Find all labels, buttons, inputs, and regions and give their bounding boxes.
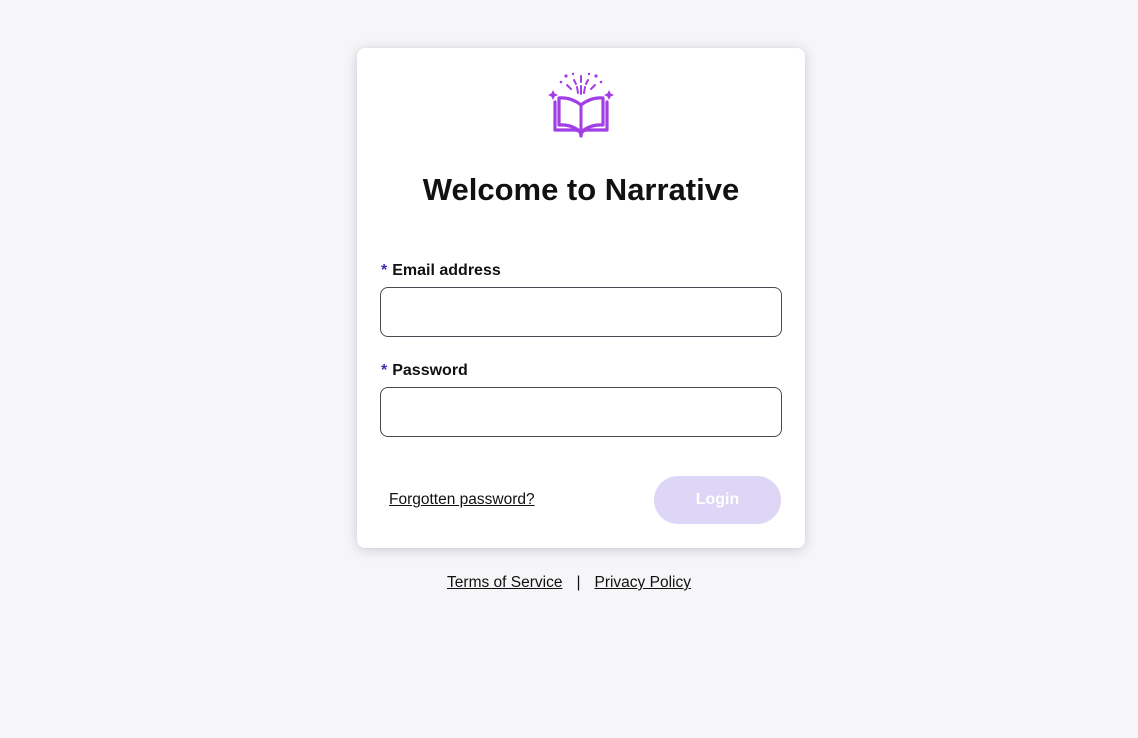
page-title: Welcome to Narrative	[422, 172, 740, 207]
login-card: Welcome to Narrative * Email address * Pas…	[357, 48, 805, 548]
login-button[interactable]: Login	[654, 476, 781, 524]
email-field[interactable]	[380, 287, 782, 337]
open-book-sparkles-icon	[548, 72, 614, 138]
privacy-policy-link[interactable]: Privacy Policy	[594, 574, 690, 591]
footer-links: Terms of Service | Privacy Policy	[0, 574, 1138, 592]
password-label-text: Password	[392, 362, 468, 379]
required-marker: *	[381, 262, 388, 279]
login-page: Welcome to Narrative * Email address * Pas…	[0, 0, 1138, 738]
terms-of-service-link[interactable]: Terms of Service	[447, 574, 562, 591]
forgot-password-link[interactable]: Forgotten password?	[389, 491, 535, 509]
email-label: * Email address	[381, 262, 501, 280]
footer-separator: |	[576, 574, 581, 591]
email-label-text: Email address	[392, 262, 501, 279]
required-marker: *	[381, 362, 388, 379]
password-field[interactable]	[380, 387, 782, 437]
password-label: * Password	[381, 362, 468, 380]
